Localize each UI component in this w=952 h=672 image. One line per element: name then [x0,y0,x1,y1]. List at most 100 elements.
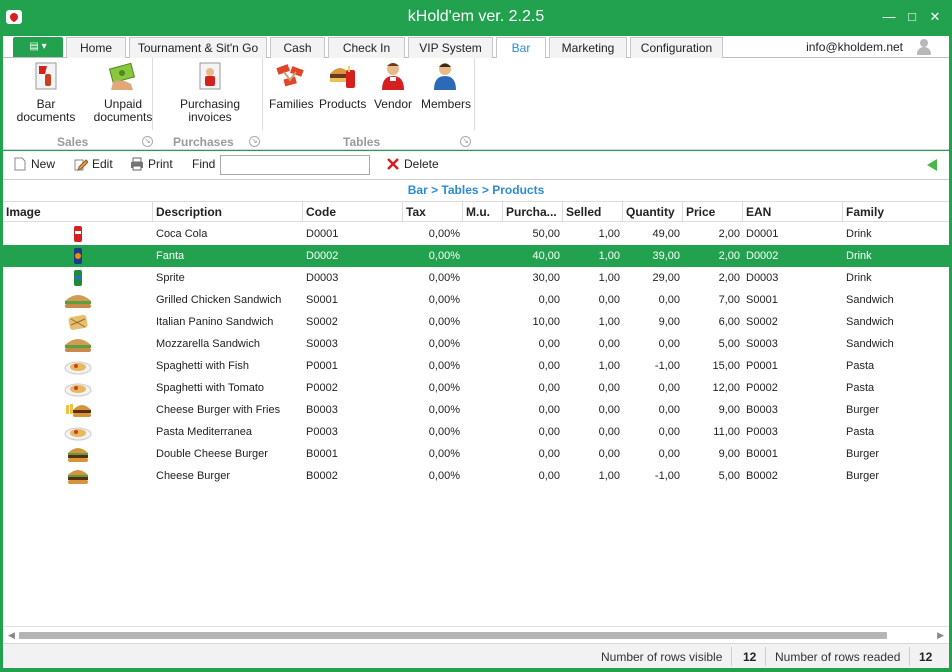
user-icon[interactable] [917,39,931,55]
new-button[interactable]: New [13,157,55,171]
cell-code: D0003 [306,272,339,284]
scroll-right-icon[interactable]: ▶ [937,630,944,641]
products-button[interactable]: Products [319,60,367,111]
table-row[interactable]: Sprite D0003 0,00% 30,00 1,00 29,00 2,00 D0003 D… [3,267,949,289]
products-label: Products [319,97,367,111]
horizontal-scrollbar[interactable]: ◀ ▶ [3,626,949,643]
cell-selled: 0,00 [598,426,620,438]
print-button[interactable]: Print [130,157,173,171]
cell-quantity: 0,00 [658,426,680,438]
cell-family: Pasta [846,360,875,372]
app-menu-button[interactable]: ▤ ▾ [13,37,63,57]
scroll-left-icon[interactable]: ◀ [8,630,15,641]
maximize-icon[interactable]: □ [903,8,921,26]
column-header-quantity[interactable]: Quantity [623,202,683,222]
scrollbar-thumb[interactable] [19,632,887,639]
cell-code: D0001 [306,228,339,240]
members-button[interactable]: Members [421,60,471,111]
bar-documents-icon [30,60,62,92]
window-title: kHold'em ver. 2.2.5 [407,8,545,25]
cell-code: B0003 [306,404,338,416]
column-header-selled[interactable]: Selled [563,202,623,222]
tab-home[interactable]: Home [66,37,126,58]
cell-price: 11,00 [713,426,740,438]
cell-mu [463,355,503,377]
column-header-family[interactable]: Family [843,202,949,222]
table-row[interactable]: Cheese Burger with Fries B0003 0,00% 0,00 0,… [3,399,949,421]
cell-tax: 0,00% [428,294,460,306]
table-row[interactable]: Italian Panino Sandwich S0002 0,00% 10,00 1,… [3,311,949,333]
purchasing-invoices-button[interactable]: Purchasing invoices [175,60,245,124]
cell-description: Double Cheese Burger [156,448,268,460]
vendor-button[interactable]: Vendor [373,60,413,111]
table-row[interactable]: Mozzarella Sandwich S0003 0,00% 0,00 0,00 0,0… [3,333,949,355]
cell-ean: D0001 [746,228,779,240]
unpaid-documents-button[interactable]: Unpaid documents [93,60,153,124]
cell-quantity: 0,00 [658,448,680,460]
families-icon [274,60,306,92]
column-header-price[interactable]: Price [683,202,743,222]
table-row[interactable]: Coca Cola D0001 0,00% 50,00 1,00 49,00 2,00 D00… [3,223,949,245]
edit-button[interactable]: Edit [74,157,113,171]
cell-mu [463,267,503,289]
cell-mu [463,421,503,443]
sales-expand-icon[interactable]: ↘ [142,136,153,147]
tab-check-in[interactable]: Check In [328,37,405,58]
cell-ean: P0003 [746,426,778,438]
column-header-ean[interactable]: EAN [743,202,843,222]
cell-code: S0003 [306,338,338,350]
cell-family: Pasta [846,382,875,394]
ribbon-group-label-tables: Tables [343,135,381,149]
products-grid: Bar > Tables > Products Image Descriptio… [3,179,949,644]
cell-family: Burger [846,470,880,482]
purchases-expand-icon[interactable]: ↘ [249,136,260,147]
tab-marketing[interactable]: Marketing [549,37,627,58]
column-header-mu[interactable]: M.u. [463,202,503,222]
table-row[interactable]: Cheese Burger B0002 0,00% 0,00 1,00 -1,00 5,00… [3,465,949,487]
column-header-description[interactable]: Description [153,202,303,222]
cell-description: Mozzarella Sandwich [156,338,260,350]
table-row[interactable]: Spaghetti with Fish P0001 0,00% 0,00 1,00 -1,… [3,355,949,377]
close-icon[interactable]: ✕ [926,8,944,26]
column-header-tax[interactable]: Tax [403,202,463,222]
delete-button[interactable]: Delete [386,157,439,171]
cell-code: D0002 [306,250,339,262]
burger-icon [63,467,93,485]
tab-tournament[interactable]: Tournament & Sit'n Go [129,37,267,58]
fanta-can-icon [63,247,93,265]
cell-family: Sandwich [846,316,894,328]
cell-mu [463,311,503,333]
bar-documents-button[interactable]: Bar documents [7,60,85,124]
cell-description: Grilled Chicken Sandwich [156,294,282,306]
table-row[interactable]: Spaghetti with Tomato P0002 0,00% 0,00 0,00 0… [3,377,949,399]
burger-fries-icon [63,401,93,419]
table-row[interactable]: Grilled Chicken Sandwich S0001 0,00% 0,00 0,… [3,289,949,311]
find-input[interactable] [220,155,370,175]
status-divider [909,647,910,666]
table-row[interactable]: Double Cheese Burger B0001 0,00% 0,00 0,00 0,… [3,443,949,465]
minimize-icon[interactable]: — [880,8,898,26]
cell-selled: 0,00 [598,448,620,460]
table-row[interactable]: Pasta Mediterranea P0003 0,00% 0,00 0,00 0,00… [3,421,949,443]
cell-description: Spaghetti with Tomato [156,382,265,394]
cell-description: Cheese Burger [156,470,230,482]
cell-quantity: 49,00 [652,228,680,240]
pasta-plate-icon [63,379,93,397]
column-header-image[interactable]: Image [3,202,153,222]
tab-bar[interactable]: Bar [496,37,546,59]
column-header-purchased[interactable]: Purcha... [503,202,563,222]
back-arrow-icon[interactable] [927,159,937,171]
column-header-code[interactable]: Code [303,202,403,222]
tab-vip-system[interactable]: VIP System [408,37,493,58]
table-row[interactable]: Fanta D0002 0,00% 40,00 1,00 39,00 2,00 D0002 Dr… [3,245,949,267]
cell-price: 15,00 [712,360,740,372]
cell-purchased: 0,00 [538,294,560,306]
cell-price: 9,00 [718,404,740,416]
families-button[interactable]: Families [269,60,314,111]
ribbon-group-sales: Bar documents Unpaid documents [3,58,153,130]
tab-cash[interactable]: Cash [270,37,325,58]
vendor-icon [377,60,409,92]
cell-purchased: 0,00 [538,360,560,372]
tables-expand-icon[interactable]: ↘ [460,136,471,147]
tab-configuration[interactable]: Configuration [630,37,723,58]
